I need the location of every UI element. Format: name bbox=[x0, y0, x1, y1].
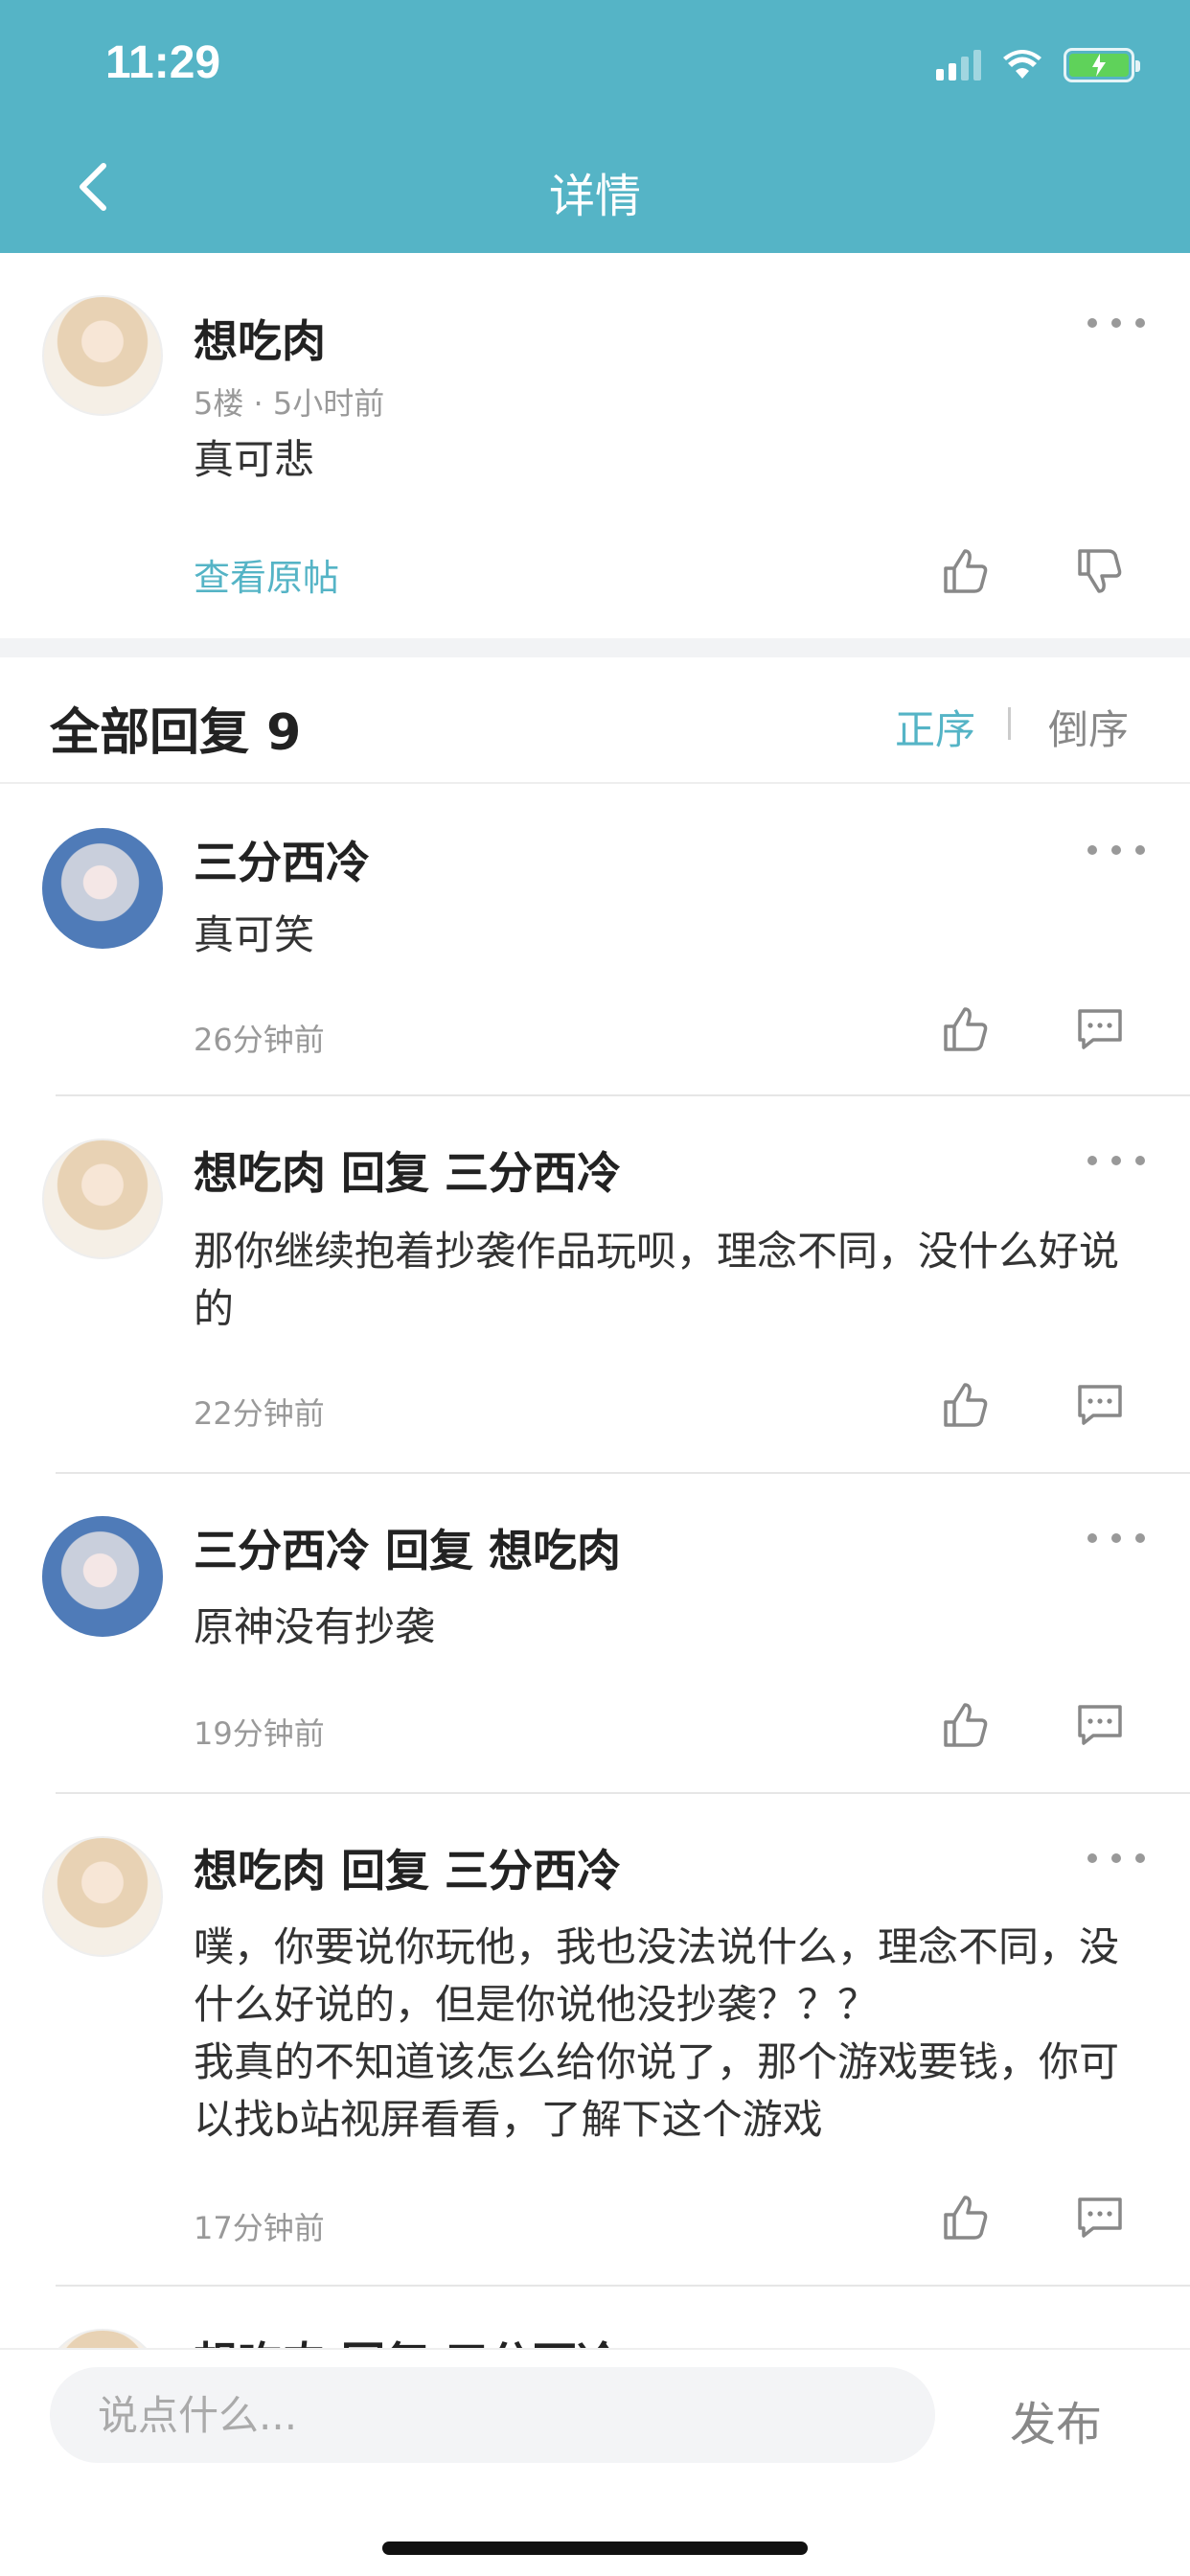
reply-content-line: 原神没有抄袭 bbox=[194, 1603, 436, 1650]
more-icon[interactable] bbox=[1087, 1524, 1145, 1552]
sort-ascending-tab[interactable]: 正序 bbox=[895, 698, 975, 756]
reply-username[interactable]: 想吃肉 回复 三分西冷 bbox=[194, 1138, 621, 1202]
reply-content-line: 噗，你要说你玩他，我也没法说什么，理念不同，没 bbox=[194, 1923, 1120, 1970]
thumbs-up-icon bbox=[944, 1383, 988, 1427]
reply-button[interactable] bbox=[1069, 1694, 1131, 1756]
dislike-button[interactable] bbox=[1069, 540, 1131, 602]
thumbs-down-icon bbox=[1078, 549, 1122, 593]
more-icon[interactable] bbox=[1087, 1146, 1145, 1175]
post-meta: 5楼 · 5小时前 bbox=[194, 385, 385, 422]
reply-time: 19分钟前 bbox=[194, 1715, 325, 1752]
view-original-link[interactable]: 查看原帖 bbox=[194, 548, 339, 601]
reply-time: 26分钟前 bbox=[194, 1022, 325, 1058]
avatar[interactable] bbox=[42, 295, 163, 416]
page: 11:29 详情 想吃肉 5楼 · 5小时前 真可悲 查看原帖 全部回复 9 正… bbox=[0, 0, 1190, 2576]
reply-button[interactable] bbox=[1069, 1374, 1131, 1436]
comment-icon bbox=[1078, 1705, 1122, 1745]
reply-username[interactable]: 三分西冷 回复 想吃肉 bbox=[194, 1516, 621, 1579]
reply-username[interactable]: 想吃肉 回复 三分西冷 bbox=[194, 2329, 621, 2348]
reply-content-line: 真可笑 bbox=[194, 911, 315, 958]
reply-content-line: 什么好说的，但是你说他没抄袭？？？ bbox=[194, 1981, 879, 2028]
thumbs-up-icon bbox=[944, 1703, 988, 1747]
reply-time: 17分钟前 bbox=[194, 2210, 325, 2246]
avatar[interactable] bbox=[42, 1138, 163, 1259]
reply-content: 噗，你要说你玩他，我也没法说什么，理念不同，没 什么好说的，但是你说他没抄袭？？… bbox=[194, 1919, 1152, 2149]
like-button[interactable] bbox=[935, 1374, 996, 1436]
reply-content: 原神没有抄袭 bbox=[194, 1598, 1152, 1656]
wifi-icon bbox=[1003, 50, 1041, 79]
sort-descending-tab[interactable]: 倒序 bbox=[1048, 698, 1129, 756]
reply-content: 那你继续抱着抄袭作品玩呗，理念不同，没什么好说 的 bbox=[194, 1223, 1152, 1338]
post-username[interactable]: 想吃肉 bbox=[194, 307, 326, 370]
sort-separator bbox=[1008, 707, 1011, 740]
status-time: 11:29 bbox=[105, 37, 221, 88]
signal-icon bbox=[936, 50, 981, 80]
reply-time: 22分钟前 bbox=[194, 1395, 325, 1432]
like-button[interactable] bbox=[935, 2187, 996, 2248]
home-indicator bbox=[382, 2542, 808, 2555]
more-icon[interactable] bbox=[1087, 1844, 1145, 1873]
original-post: 想吃肉 5楼 · 5小时前 真可悲 查看原帖 bbox=[0, 253, 1190, 638]
status-icons bbox=[936, 46, 1140, 84]
reply-content: 真可笑 bbox=[194, 907, 1152, 964]
page-title: 详情 bbox=[548, 170, 641, 223]
section-divider bbox=[0, 638, 1190, 657]
reply-username[interactable]: 三分西冷 bbox=[194, 828, 370, 891]
reply-content-line: 以找b站视屏看看，了解下这个游戏 bbox=[194, 2096, 823, 2143]
post-content: 真可悲 bbox=[194, 436, 315, 483]
reply-item: 想吃肉 回复 三分西冷 那你继续抱着抄袭作品玩呗，理念不同，没什么好说 的 22… bbox=[0, 1096, 1190, 1472]
comment-icon bbox=[1078, 2197, 1122, 2238]
replies-title: 全部回复 9 bbox=[50, 704, 302, 762]
publish-button[interactable]: 发布 bbox=[1010, 2386, 1102, 2453]
like-button[interactable] bbox=[935, 540, 996, 602]
reply-content-line: 我真的不知道该怎么给你说了，那个游戏要钱，你可 bbox=[194, 2038, 1120, 2085]
thumbs-up-icon bbox=[944, 549, 988, 593]
reply-content-line: 的 bbox=[194, 1285, 235, 1332]
header: 11:29 详情 bbox=[0, 0, 1190, 253]
reply-item: 三分西冷 回复 想吃肉 原神没有抄袭 19分钟前 bbox=[0, 1474, 1190, 1792]
avatar[interactable] bbox=[42, 1516, 163, 1637]
thumbs-up-icon bbox=[944, 1007, 988, 1051]
reply-content-line: 那你继续抱着抄袭作品玩呗，理念不同，没什么好说 bbox=[194, 1228, 1120, 1275]
reply-item: 三分西冷 真可笑 26分钟前 bbox=[0, 786, 1190, 1094]
comment-icon bbox=[1078, 1009, 1122, 1049]
more-icon[interactable] bbox=[1087, 309, 1145, 337]
avatar[interactable] bbox=[42, 1836, 163, 1957]
avatar[interactable] bbox=[42, 2329, 163, 2348]
reply-item: 想吃肉 回复 三分西冷 噗，你要说你玩他，我也没法说什么，理念不同，没 什么好说… bbox=[0, 1794, 1190, 2285]
comment-input[interactable] bbox=[50, 2367, 935, 2463]
thumbs-up-icon bbox=[944, 2196, 988, 2240]
more-icon[interactable] bbox=[1087, 836, 1145, 864]
reply-button[interactable] bbox=[1069, 999, 1131, 1060]
replies-header: 全部回复 9 正序 倒序 bbox=[0, 657, 1190, 784]
reply-button[interactable] bbox=[1069, 2187, 1131, 2248]
comment-bar: 发布 bbox=[0, 2348, 1190, 2576]
battery-icon bbox=[1064, 48, 1140, 82]
reply-username[interactable]: 想吃肉 回复 三分西冷 bbox=[194, 1836, 621, 1899]
comment-icon bbox=[1078, 1385, 1122, 1425]
like-button[interactable] bbox=[935, 999, 996, 1060]
like-button[interactable] bbox=[935, 1694, 996, 1756]
avatar[interactable] bbox=[42, 828, 163, 949]
reply-item: 想吃肉 回复 三分西冷 bbox=[0, 2287, 1190, 2348]
